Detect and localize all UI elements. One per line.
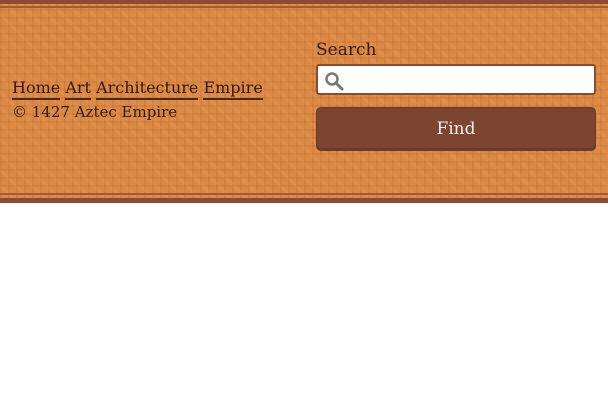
nav-link-architecture[interactable]: Architecture <box>96 78 199 100</box>
banner-top-inner-border <box>0 6 608 8</box>
find-button[interactable]: Find <box>316 107 596 151</box>
nav-link-empire[interactable]: Empire <box>203 78 263 100</box>
search-input[interactable] <box>348 69 588 91</box>
banner-top-border <box>0 0 608 4</box>
search-label: Search <box>316 40 377 60</box>
nav-links: Home Art Architecture Empire <box>12 78 263 100</box>
header-banner: Home Art Architecture Empire © 1427 Azte… <box>0 0 608 203</box>
nav-link-art[interactable]: Art <box>65 78 91 100</box>
copyright-text: © 1427 Aztec Empire <box>12 103 178 121</box>
banner-bottom-inner-border <box>0 193 608 195</box>
search-field[interactable] <box>316 64 596 95</box>
search-icon <box>325 72 344 91</box>
nav-link-home[interactable]: Home <box>12 78 61 100</box>
banner-bottom-border <box>0 198 608 203</box>
